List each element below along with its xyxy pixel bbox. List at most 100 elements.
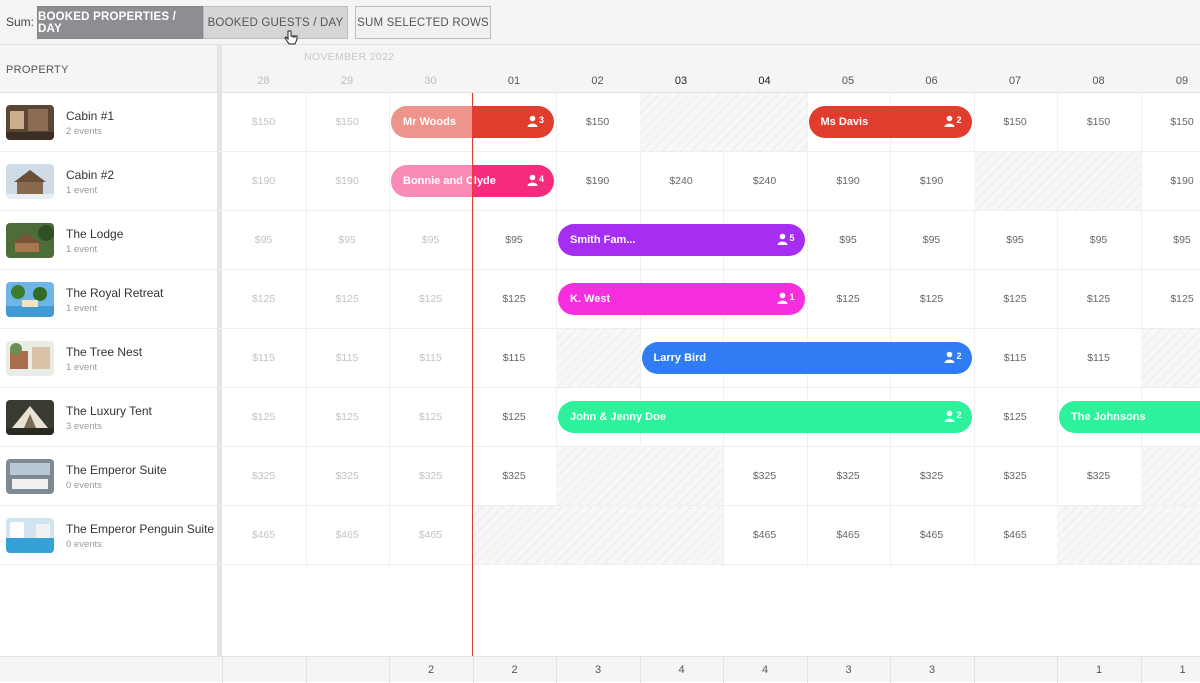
today-indicator-line [472,93,473,656]
price-cell[interactable]: $125 [222,411,305,423]
price-cell[interactable]: $465 [723,529,806,541]
price-cell[interactable]: $125 [807,293,890,305]
price-cell[interactable]: $190 [222,175,305,187]
price-cell[interactable]: $190 [556,175,639,187]
price-cell[interactable]: $465 [389,529,472,541]
price-cell[interactable]: $150 [306,116,389,128]
price-cell[interactable]: $190 [306,175,389,187]
price-cell[interactable]: $325 [473,470,556,482]
price-cell[interactable]: $115 [389,352,472,364]
price-cell[interactable]: $115 [473,352,556,364]
price-cell[interactable]: $190 [807,175,890,187]
price-cell[interactable]: $150 [974,116,1057,128]
price-cell[interactable]: $125 [1141,293,1200,305]
price-cell[interactable]: $150 [222,116,305,128]
price-cell[interactable]: $150 [556,116,639,128]
price-cell[interactable]: $95 [1141,234,1200,246]
booked-guests-per-day-button[interactable]: BOOKED GUESTS / DAY [203,6,348,39]
day-header[interactable]: 01 [473,75,556,87]
day-header[interactable]: 08 [1057,75,1140,87]
price-cell[interactable]: $325 [807,470,890,482]
day-header[interactable]: 07 [974,75,1057,87]
price-cell[interactable]: $95 [807,234,890,246]
property-name: The Emperor Penguin Suite [66,522,214,536]
property-row[interactable]: Cabin #12 events$150$150$150$150$150$150 [0,93,1200,152]
price-cell[interactable]: $125 [974,411,1057,423]
price-cell[interactable]: $240 [640,175,723,187]
day-header[interactable]: 04 [723,75,806,87]
price-cell[interactable]: $325 [723,470,806,482]
day-sum-cell: 3 [556,657,639,683]
price-cell[interactable]: $125 [890,293,973,305]
booking-bar[interactable]: Larry Bird2 [642,342,972,374]
price-cell[interactable]: $125 [473,293,556,305]
day-header[interactable]: 02 [556,75,639,87]
property-name: The Royal Retreat [66,286,163,300]
price-cell[interactable]: $150 [1057,116,1140,128]
day-header[interactable]: 06 [890,75,973,87]
price-cell[interactable]: $125 [222,293,305,305]
price-cell[interactable]: $95 [1057,234,1140,246]
property-row[interactable]: Cabin #21 event$190$190$190$240$240$190$… [0,152,1200,211]
guest-count-value: 2 [956,351,961,361]
price-cell[interactable]: $465 [890,529,973,541]
price-cell[interactable]: $465 [807,529,890,541]
price-cell[interactable]: $95 [473,234,556,246]
price-cell[interactable]: $125 [306,411,389,423]
price-cell[interactable]: $465 [306,529,389,541]
price-cell[interactable]: $325 [890,470,973,482]
price-cell[interactable]: $115 [974,352,1057,364]
person-icon [527,115,539,129]
price-cell[interactable]: $325 [1057,470,1140,482]
person-icon [944,351,956,365]
day-header[interactable]: 28 [222,75,305,87]
price-cell[interactable]: $125 [389,293,472,305]
price-cell[interactable]: $150 [1141,116,1200,128]
day-sum-cell: 2 [473,657,556,683]
price-cell[interactable]: $115 [222,352,305,364]
price-cell[interactable]: $325 [389,470,472,482]
day-header[interactable]: 03 [640,75,723,87]
guest-count: 2 [944,115,961,129]
guest-count-value: 5 [789,233,794,243]
price-cell[interactable]: $95 [389,234,472,246]
price-cell[interactable]: $115 [1057,352,1140,364]
booking-bar[interactable]: Smith Fam...5 [558,224,805,256]
price-cell[interactable]: $95 [974,234,1057,246]
property-row[interactable]: The Tree Nest1 event$115$115$115$115$115… [0,329,1200,388]
price-cell[interactable]: $115 [306,352,389,364]
price-cell[interactable]: $325 [974,470,1057,482]
booking-bar[interactable]: John & Jenny Doe2 [558,401,972,433]
price-cell[interactable]: $125 [473,411,556,423]
day-sum-cell [222,657,305,683]
booked-properties-per-day-button[interactable]: BOOKED PROPERTIES / DAY [37,6,203,39]
price-cell[interactable]: $125 [1057,293,1140,305]
booking-bar[interactable]: K. West1 [558,283,805,315]
property-event-count: 2 events [66,126,102,137]
price-cell[interactable]: $325 [306,470,389,482]
day-header[interactable]: 30 [389,75,472,87]
price-cell[interactable]: $125 [306,293,389,305]
day-header[interactable]: 05 [807,75,890,87]
price-cell[interactable]: $465 [222,529,305,541]
booking-bar[interactable]: Ms Davis2 [809,106,972,138]
price-cell[interactable]: $125 [389,411,472,423]
price-cell[interactable]: $95 [890,234,973,246]
person-icon [777,233,789,247]
property-event-count: 0 events [66,480,102,491]
property-row[interactable]: The Emperor Suite0 events$325$325$325$32… [0,447,1200,506]
price-cell[interactable]: $95 [306,234,389,246]
price-cell[interactable]: $190 [890,175,973,187]
price-cell[interactable]: $190 [1141,175,1200,187]
day-header[interactable]: 09 [1141,75,1200,87]
sum-selected-rows-button[interactable]: SUM SELECTED ROWS [355,6,491,39]
price-cell[interactable]: $465 [974,529,1057,541]
day-header[interactable]: 29 [306,75,389,87]
property-column-header[interactable]: PROPERTY [0,45,217,93]
price-cell[interactable]: $95 [222,234,305,246]
price-cell[interactable]: $325 [222,470,305,482]
price-cell[interactable]: $240 [723,175,806,187]
property-row[interactable]: The Emperor Penguin Suite0 events$465$46… [0,506,1200,565]
price-cell[interactable]: $125 [974,293,1057,305]
booking-bar[interactable]: The Johnsons [1059,401,1200,433]
